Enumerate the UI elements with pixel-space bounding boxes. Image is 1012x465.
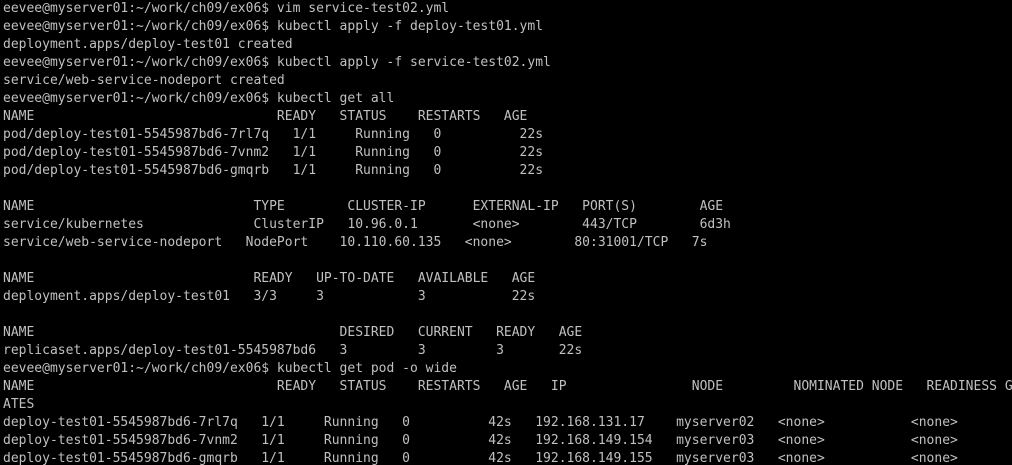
prompt-line: eevee@myserver01:~/work/ch09/ex06$ kubec… [3, 55, 551, 70]
table-row: pod/deploy-test01-5545987bd6-gmqrb 1/1 R… [3, 163, 544, 178]
table-header-wrap: ATES [3, 397, 35, 412]
table-header: NAME READY STATUS RESTARTS AGE [3, 109, 528, 124]
table-row: deploy-test01-5545987bd6-7vnm2 1/1 Runni… [3, 433, 958, 448]
table-header: NAME DESIRED CURRENT READY AGE [3, 325, 583, 340]
table-row: service/web-service-nodeport NodePort 10… [3, 235, 708, 250]
prompt-line: eevee@myserver01:~/work/ch09/ex06$ kubec… [3, 361, 457, 376]
prompt-line: eevee@myserver01:~/work/ch09/ex06$ kubec… [3, 19, 544, 34]
prompt-line: eevee@myserver01:~/work/ch09/ex06$ kubec… [3, 91, 395, 106]
output-line: deployment.apps/deploy-test01 created [3, 37, 293, 52]
table-row: service/kubernetes ClusterIP 10.96.0.1 <… [3, 217, 731, 232]
table-row: deploy-test01-5545987bd6-gmqrb 1/1 Runni… [3, 451, 958, 465]
output-line: service/web-service-nodeport created [3, 73, 285, 88]
table-row: deployment.apps/deploy-test01 3/3 3 3 22… [3, 289, 536, 304]
table-row: pod/deploy-test01-5545987bd6-7rl7q 1/1 R… [3, 127, 544, 142]
table-row: deploy-test01-5545987bd6-7rl7q 1/1 Runni… [3, 415, 958, 430]
prompt-line: eevee@myserver01:~/work/ch09/ex06$ vim s… [3, 1, 450, 16]
table-header: NAME READY UP-TO-DATE AVAILABLE AGE [3, 271, 536, 286]
table-header: NAME TYPE CLUSTER-IP EXTERNAL-IP PORT(S)… [3, 199, 724, 214]
table-row: pod/deploy-test01-5545987bd6-7vnm2 1/1 R… [3, 145, 544, 160]
table-row: replicaset.apps/deploy-test01-5545987bd6… [3, 343, 583, 358]
table-header: NAME READY STATUS RESTARTS AGE IP NODE N… [3, 379, 1012, 394]
terminal-window[interactable]: eevee@myserver01:~/work/ch09/ex06$ vim s… [0, 0, 1012, 465]
